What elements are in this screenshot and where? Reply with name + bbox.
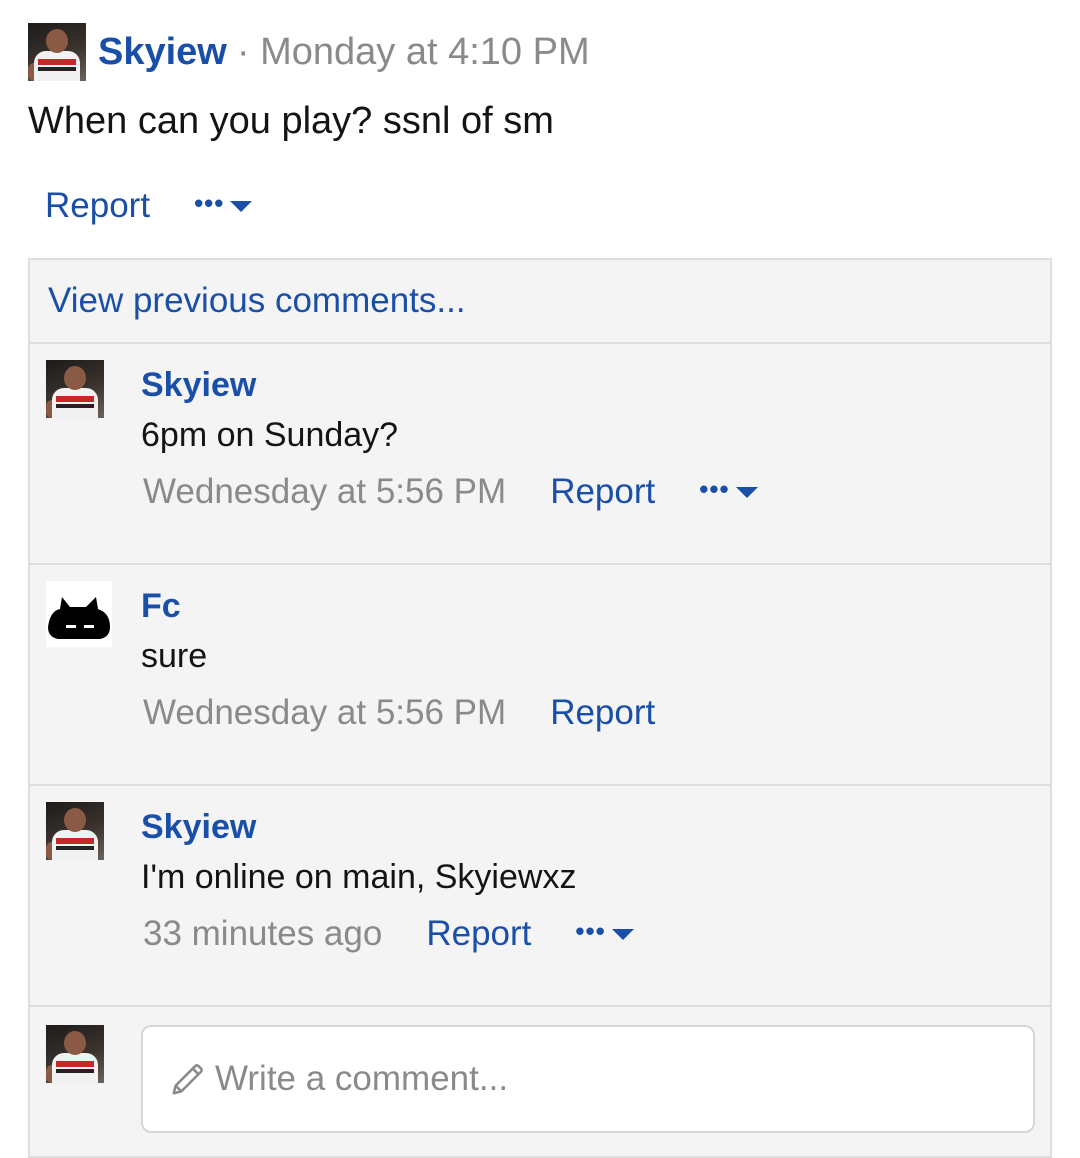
post-report-link[interactable]: Report bbox=[45, 186, 150, 226]
view-previous-comments-link[interactable]: View previous comments... bbox=[48, 281, 466, 321]
comment-text: I'm online on main, Skyiewxz bbox=[141, 858, 577, 896]
view-previous-comments-row: View previous comments... bbox=[30, 260, 1050, 344]
cat-avatar[interactable] bbox=[46, 581, 112, 647]
comment-input-placeholder: Write a comment... bbox=[215, 1059, 509, 1098]
avatar[interactable] bbox=[46, 802, 104, 860]
post-meta: · Monday at 4:10 PM bbox=[237, 31, 590, 74]
caret-down-icon bbox=[611, 928, 634, 940]
post-time[interactable]: Monday at 4:10 PM bbox=[260, 31, 590, 73]
comment-author-link[interactable]: Skyiew bbox=[141, 366, 256, 405]
post-header: Skyiew · Monday at 4:10 PM bbox=[28, 22, 590, 82]
comment-more-menu-button[interactable]: ••• bbox=[575, 918, 634, 944]
more-dots-icon: ••• bbox=[699, 474, 730, 504]
caret-down-icon bbox=[735, 486, 758, 498]
comment-footer: 33 minutes ago Report ••• bbox=[143, 914, 634, 954]
post-actions: Report ••• bbox=[45, 186, 253, 226]
comment-author-link[interactable]: Skyiew bbox=[141, 808, 256, 847]
avatar bbox=[46, 1025, 104, 1083]
comment-time[interactable]: 33 minutes ago bbox=[143, 914, 382, 954]
post-more-menu-button[interactable]: ••• bbox=[194, 190, 253, 216]
post-author-link[interactable]: Skyiew bbox=[98, 31, 227, 74]
comment-text: 6pm on Sunday? bbox=[141, 416, 399, 454]
avatar[interactable] bbox=[46, 360, 104, 418]
meta-separator: · bbox=[236, 30, 250, 73]
comment-report-link[interactable]: Report bbox=[550, 693, 655, 733]
comment-text: sure bbox=[141, 637, 208, 675]
more-dots-icon: ••• bbox=[194, 188, 225, 218]
more-dots-icon: ••• bbox=[575, 916, 606, 946]
avatar[interactable] bbox=[28, 23, 86, 81]
comment-time[interactable]: Wednesday at 5:56 PM bbox=[143, 472, 506, 512]
post-body: When can you play? ssnl of sm bbox=[28, 100, 554, 142]
caret-down-icon bbox=[230, 200, 253, 212]
comment-time[interactable]: Wednesday at 5:56 PM bbox=[143, 693, 506, 733]
comment-more-menu-button[interactable]: ••• bbox=[699, 476, 758, 502]
comment-author-link[interactable]: Fc bbox=[141, 587, 181, 626]
comments-panel: View previous comments... Skyiew 6pm on … bbox=[28, 258, 1052, 1158]
comment-item: Skyiew 6pm on Sunday? Wednesday at 5:56 … bbox=[30, 344, 1050, 565]
comment-item: Fc sure Wednesday at 5:56 PM Report bbox=[30, 565, 1050, 786]
reply-row: Write a comment... bbox=[30, 1007, 1050, 1147]
pencil-icon bbox=[172, 1064, 203, 1095]
comment-item: Skyiew I'm online on main, Skyiewxz 33 m… bbox=[30, 786, 1050, 1007]
comment-footer: Wednesday at 5:56 PM Report bbox=[143, 693, 655, 733]
comment-report-link[interactable]: Report bbox=[426, 914, 531, 954]
comment-input[interactable]: Write a comment... bbox=[141, 1025, 1035, 1133]
comment-report-link[interactable]: Report bbox=[550, 472, 655, 512]
comment-footer: Wednesday at 5:56 PM Report ••• bbox=[143, 472, 758, 512]
